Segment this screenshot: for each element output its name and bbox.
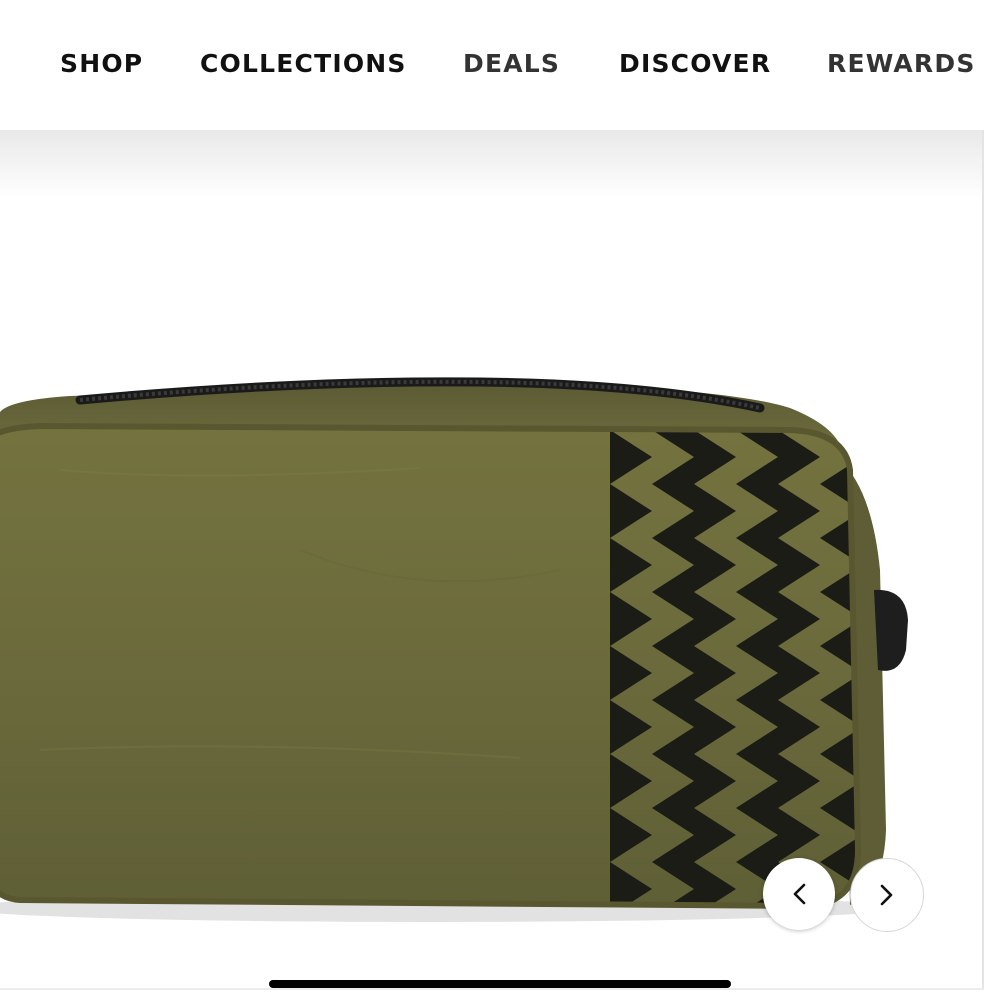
chevron-right-icon (880, 884, 893, 906)
nav-item-deals[interactable]: DEALS (463, 44, 560, 84)
nav-item-collections[interactable]: COLLECTIONS (200, 44, 407, 84)
top-navigation: SHOP COLLECTIONS DEALS DISCOVER REWARDS (0, 0, 1000, 130)
nav-item-discover[interactable]: DISCOVER (619, 44, 771, 84)
next-image-button[interactable] (850, 858, 924, 932)
bag-handle (874, 589, 908, 671)
gallery-border-bottom (0, 988, 984, 990)
product-page: SHOP COLLECTIONS DEALS DISCOVER REWARDS (0, 0, 1000, 1000)
previous-image-button[interactable] (763, 858, 835, 930)
pattern-triangle (736, 943, 778, 988)
gallery-border (982, 130, 984, 988)
nav-item-shop[interactable]: SHOP (60, 44, 143, 84)
chevron-left-icon (793, 883, 806, 905)
nav-item-rewards[interactable]: REWARDS (827, 44, 976, 84)
pattern-triangle (820, 943, 862, 988)
pattern-triangle (610, 916, 652, 970)
header-shadow (0, 130, 982, 200)
pattern-triangle (694, 916, 736, 970)
home-indicator[interactable] (269, 980, 731, 988)
